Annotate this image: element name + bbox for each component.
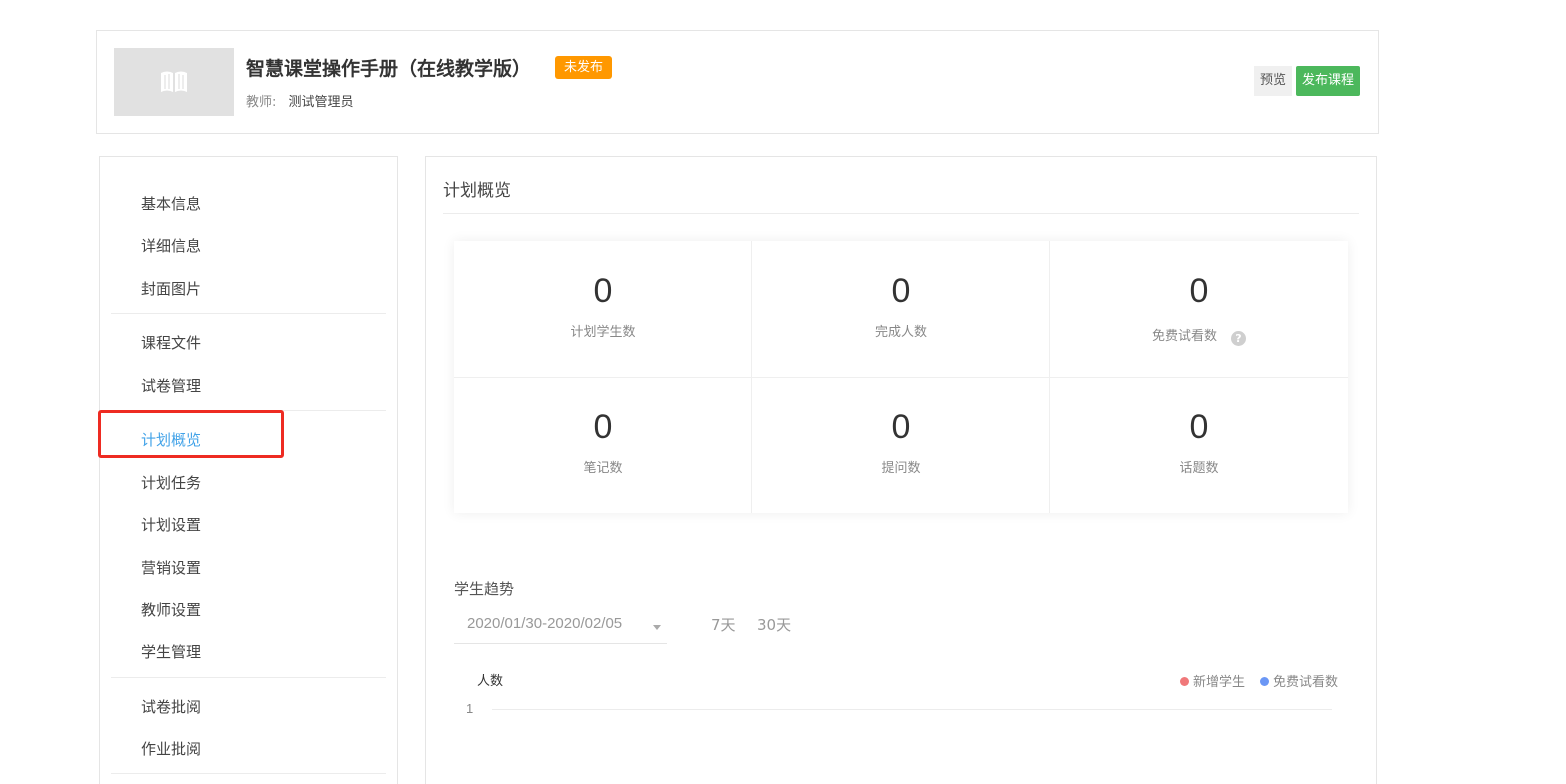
legend-dot — [1260, 677, 1269, 686]
sidebar-item-plan-tasks[interactable]: 计划任务 — [141, 472, 201, 493]
status-badge: 未发布 — [555, 56, 613, 79]
chart-y-axis-label: 人数 — [477, 674, 504, 689]
stat-value: 0 — [593, 408, 613, 446]
stat-value: 0 — [1189, 408, 1209, 446]
teacher-name: 测试管理员 — [288, 95, 354, 110]
sidebar-divider — [111, 677, 386, 678]
book-icon — [161, 71, 187, 92]
stat-questions: 0 提问数 — [752, 377, 1050, 513]
title-divider — [443, 213, 1359, 214]
sidebar-item-plan-settings[interactable]: 计划设置 — [141, 514, 201, 535]
stat-label: 免费试看数 — [1151, 329, 1217, 344]
sidebar-divider — [111, 773, 386, 774]
stat-completed: 0 完成人数 — [752, 241, 1050, 377]
stat-label: 提问数 — [881, 461, 921, 476]
legend-item-free-trial[interactable]: 免费试看数 — [1260, 671, 1338, 690]
sidebar-item-exam-grading[interactable]: 试卷批阅 — [141, 696, 201, 717]
sidebar-divider — [111, 313, 386, 314]
sidebar-item-marketing-settings[interactable]: 营销设置 — [141, 557, 201, 578]
legend-item-new-students[interactable]: 新增学生 — [1180, 671, 1245, 690]
page-title: 计划概览 — [443, 181, 511, 201]
sidebar-item-exam-management[interactable]: 试卷管理 — [141, 375, 201, 396]
sidebar-item-course-files[interactable]: 课程文件 — [141, 332, 201, 353]
stat-value: 0 — [593, 272, 613, 310]
date-range-value: 2020/01/30-2020/02/05 — [467, 615, 623, 632]
range-7-days-button[interactable]: 7天 — [711, 614, 736, 635]
legend-dot — [1180, 677, 1189, 686]
preview-button[interactable]: 预览 — [1254, 66, 1293, 96]
stat-label: 计划学生数 — [570, 325, 636, 340]
stats-card: 0 计划学生数 0 完成人数 0 免费试看数? 0 笔记数 0 提问数 0 话题… — [454, 241, 1348, 513]
range-30-days-button[interactable]: 30天 — [757, 614, 791, 635]
sidebar-item-plan-overview[interactable]: 计划概览 — [141, 429, 201, 450]
chevron-down-icon — [653, 625, 661, 630]
trend-title: 学生趋势 — [454, 580, 515, 598]
stat-value: 0 — [1189, 272, 1209, 310]
stat-plan-students: 0 计划学生数 — [454, 241, 752, 377]
stat-topics: 0 话题数 — [1050, 377, 1348, 513]
course-header: 智慧课堂操作手册（在线教学版） 未发布 教师: 测试管理员 预览 发布课程 — [96, 30, 1379, 134]
question-icon[interactable]: ? — [1231, 331, 1246, 346]
sidebar-item-teacher-settings[interactable]: 教师设置 — [141, 599, 201, 620]
y-tick-label: 1 — [466, 701, 474, 716]
stat-free-trial: 0 免费试看数? — [1050, 241, 1348, 377]
sidebar-item-detail-info[interactable]: 详细信息 — [141, 235, 201, 256]
sidebar-item-cover-image[interactable]: 封面图片 — [141, 278, 201, 299]
stat-value: 0 — [891, 408, 911, 446]
sidebar-item-basic-info[interactable]: 基本信息 — [141, 193, 201, 214]
course-cover — [114, 48, 234, 116]
legend-label: 免费试看数 — [1273, 675, 1339, 690]
sidebar-nav: 基本信息 详细信息 封面图片 课程文件 试卷管理 计划概览 计划任务 计划设置 … — [99, 156, 398, 784]
stat-label: 完成人数 — [874, 325, 927, 340]
stat-label: 话题数 — [1179, 461, 1219, 476]
teacher-label: 教师: — [246, 95, 277, 110]
stat-label-row: 免费试看数? — [1050, 325, 1348, 346]
stat-label: 笔记数 — [583, 461, 623, 476]
legend-label: 新增学生 — [1193, 675, 1246, 690]
sidebar-item-student-management[interactable]: 学生管理 — [141, 641, 201, 662]
teacher-line: 教师: 测试管理员 — [246, 91, 354, 110]
publish-course-button[interactable]: 发布课程 — [1296, 66, 1361, 96]
sidebar-divider — [111, 410, 386, 411]
sidebar-item-homework-grading[interactable]: 作业批阅 — [141, 738, 201, 759]
plan-overview-panel: 计划概览 0 计划学生数 0 完成人数 0 免费试看数? 0 笔记数 0 提问数… — [425, 156, 1377, 784]
chart-grid-line — [492, 709, 1332, 710]
date-range-select[interactable]: 2020/01/30-2020/02/05 — [454, 608, 667, 644]
grid-divider — [454, 377, 1348, 378]
stat-notes: 0 笔记数 — [454, 377, 752, 513]
stat-value: 0 — [891, 272, 911, 310]
course-title: 智慧课堂操作手册（在线教学版） — [246, 58, 532, 80]
